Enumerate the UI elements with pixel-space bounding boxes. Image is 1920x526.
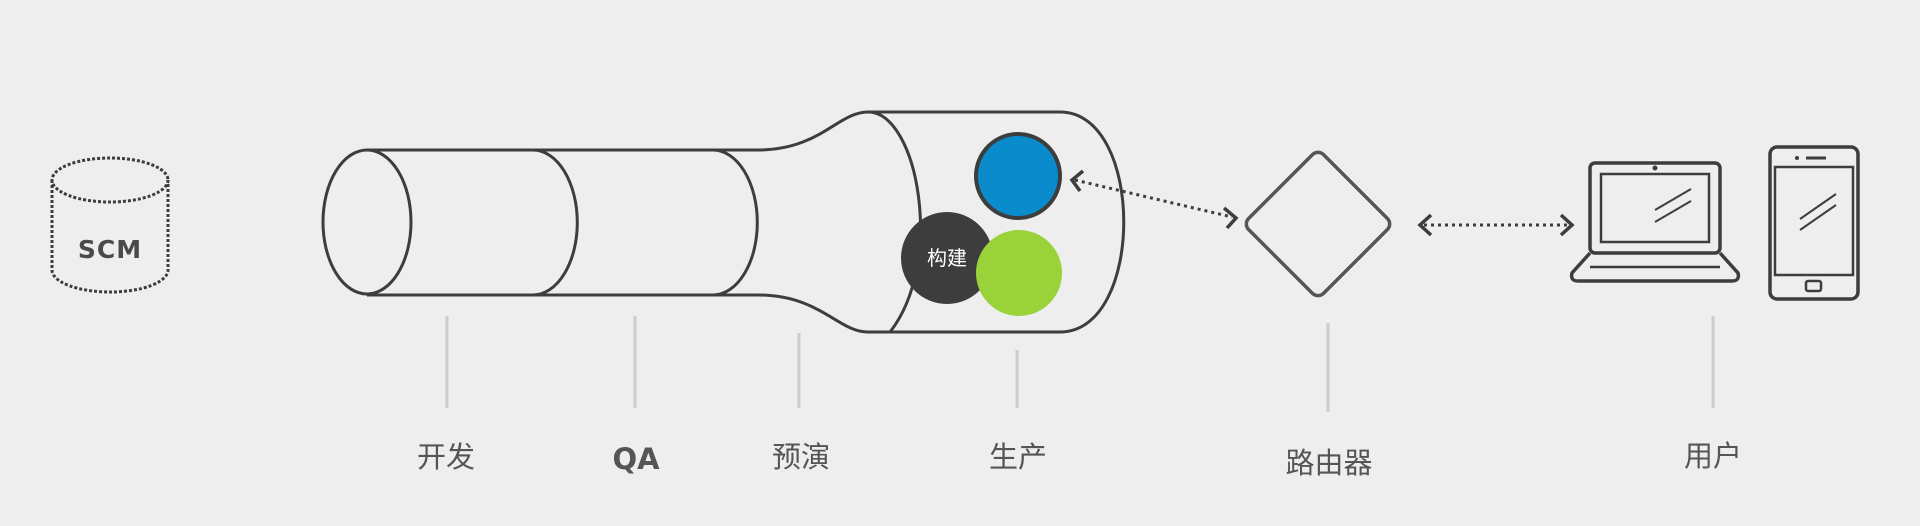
router-label: 路由器 bbox=[1285, 446, 1372, 480]
pipeline-left-cap bbox=[321, 148, 413, 296]
blue-deployment-node bbox=[974, 132, 1062, 220]
router-icon bbox=[1244, 150, 1392, 298]
staging-segment-divider bbox=[712, 148, 759, 297]
build-label: 构建 bbox=[927, 246, 967, 270]
scm-label: SCM bbox=[78, 235, 142, 264]
phone-icon bbox=[1768, 145, 1860, 301]
laptop-icon bbox=[1569, 161, 1741, 283]
staging-stage-label: 预演 bbox=[772, 440, 830, 474]
users-label: 用户 bbox=[1684, 439, 1742, 473]
production-router-arrow bbox=[1069, 169, 1239, 230]
qa-stage-label: QA bbox=[612, 442, 660, 476]
deployment-pipeline-diagram: SCM 构建 开发 QA 预演 生产 路由器 用户 bbox=[50, 110, 1860, 480]
scm-database-icon: SCM bbox=[50, 156, 170, 294]
production-inner-arc bbox=[867, 110, 922, 333]
pipeline-right-cap bbox=[1059, 110, 1126, 334]
router-users-arrow bbox=[1417, 213, 1575, 237]
green-deployment-node bbox=[976, 230, 1062, 316]
qa-segment-divider bbox=[532, 148, 579, 297]
dev-stage-label: 开发 bbox=[417, 440, 475, 474]
production-stage-label: 生产 bbox=[989, 440, 1047, 474]
